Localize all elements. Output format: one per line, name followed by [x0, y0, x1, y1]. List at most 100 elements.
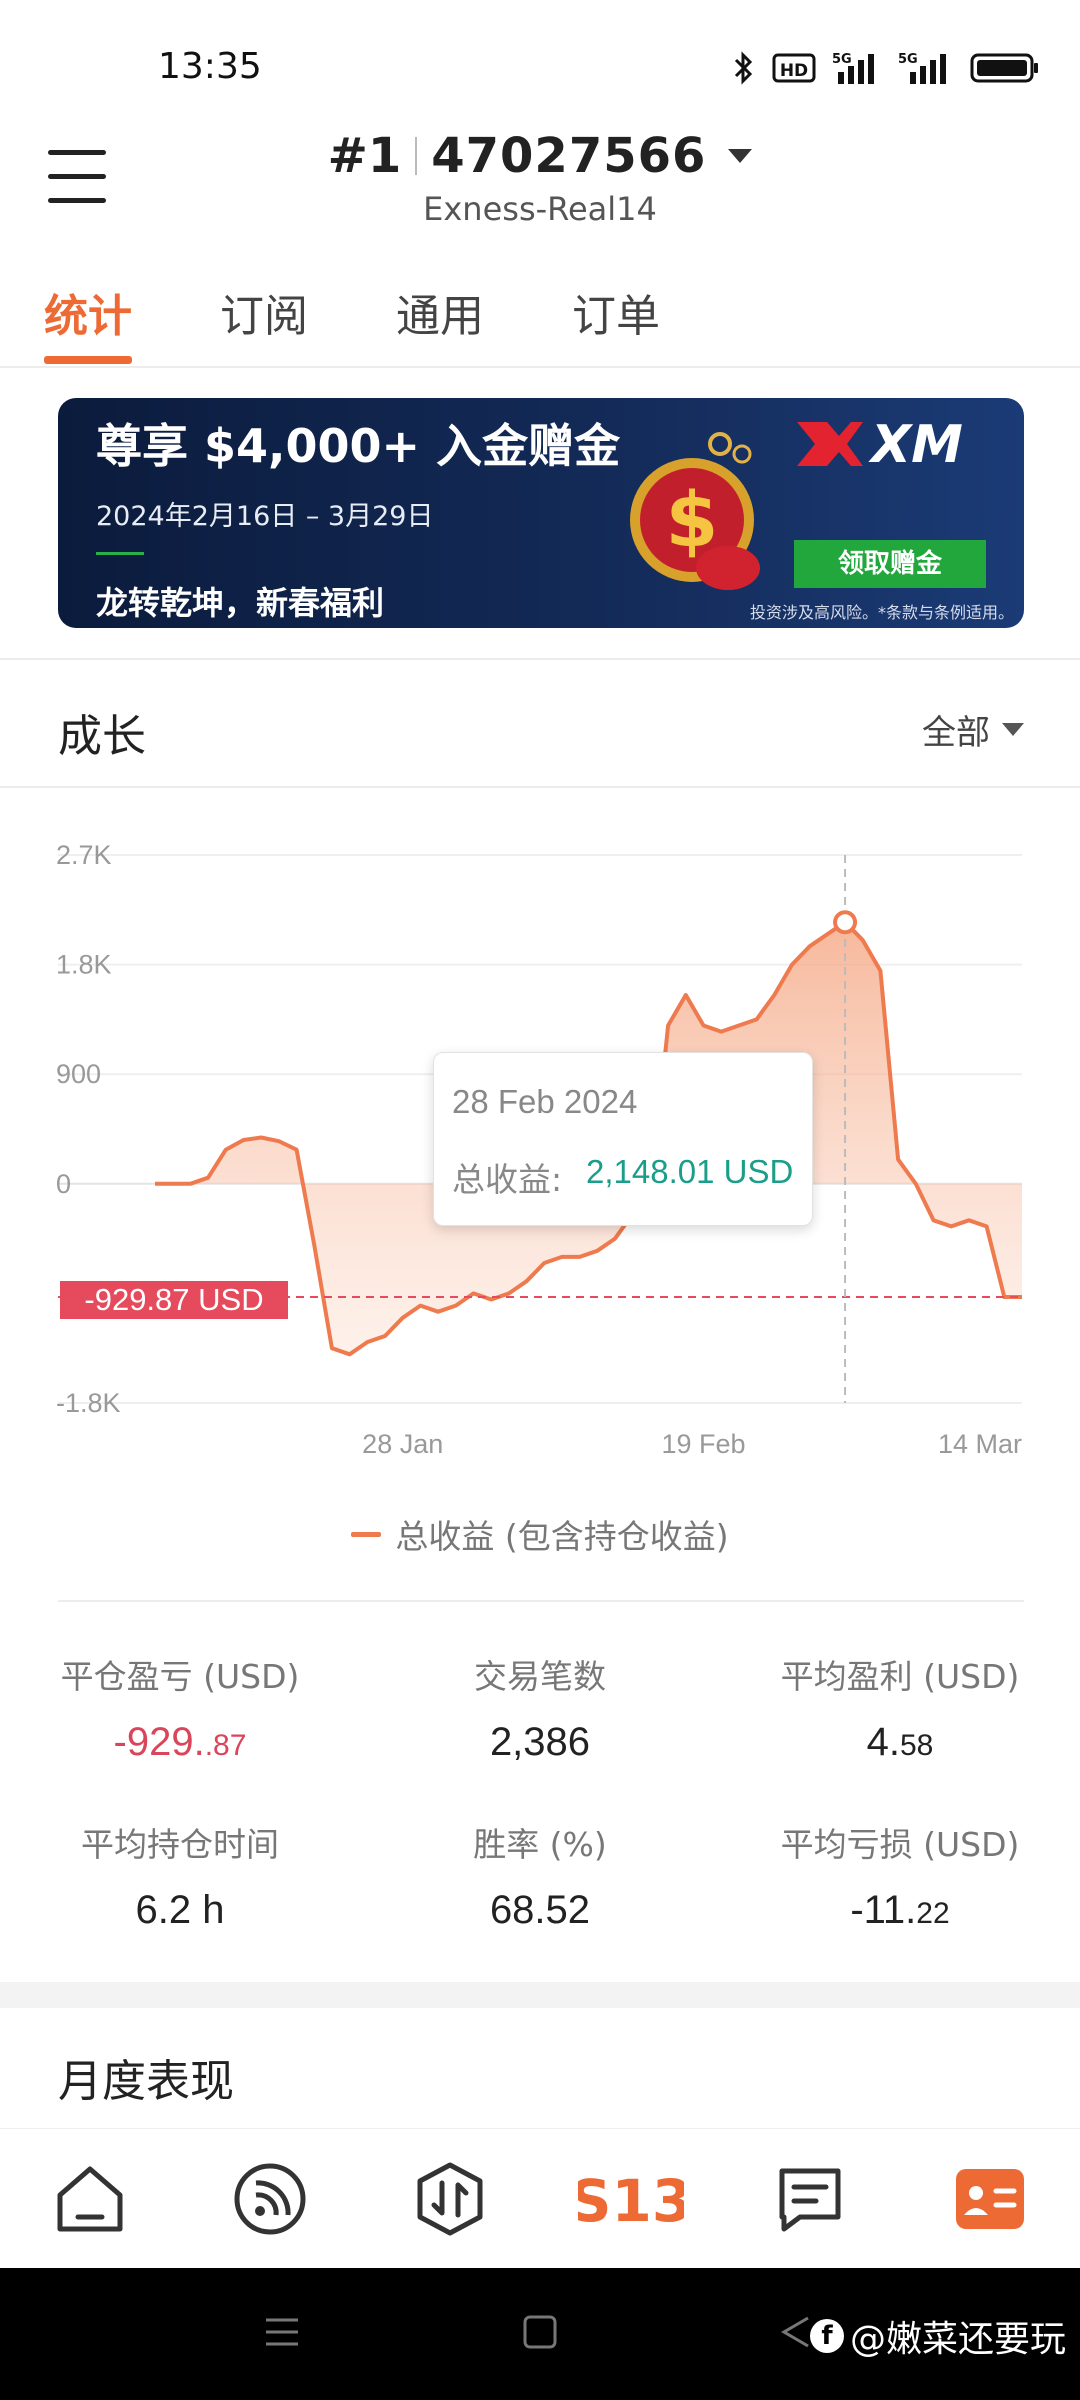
- nav-trade[interactable]: [410, 2159, 490, 2239]
- home-icon: [57, 2166, 123, 2232]
- nav-home[interactable]: [50, 2159, 130, 2239]
- tooltip-value: 2,148.01 USD: [586, 1153, 794, 1190]
- current-value-badge: -929.87 USD: [60, 1281, 288, 1319]
- y-tick-label: -1.8K: [56, 1388, 121, 1418]
- svg-text:XM: XM: [868, 415, 963, 472]
- legend-swatch: [351, 1531, 382, 1537]
- x-tick-label: 14 Mar: [938, 1429, 1022, 1459]
- banner-disclaimer: 投资涉及高风险。*条款与条例适用。: [750, 603, 1015, 622]
- stat-label: 平仓盈亏 (USD): [60, 1657, 300, 1696]
- stat-win-rate: 胜率 (%) 68.52: [360, 1818, 720, 1933]
- chart-legend[interactable]: 总收益 (包含持仓收益): [0, 1510, 1080, 1558]
- tab-general[interactable]: 通用: [396, 280, 484, 344]
- monthly-performance-title: 月度表现: [58, 2056, 234, 2107]
- recents-icon[interactable]: [262, 2312, 302, 2352]
- bottom-navigation: S13: [0, 2128, 1080, 2269]
- signal-5g-icon: 5G: [832, 52, 874, 84]
- divider: [0, 658, 1080, 660]
- account-number: 47027566: [431, 128, 707, 184]
- nav-signals[interactable]: [230, 2159, 310, 2239]
- stat-value-main: 4.: [866, 1720, 900, 1764]
- bluetooth-icon: [734, 51, 753, 85]
- divider: [96, 552, 144, 555]
- divider: [415, 137, 418, 175]
- banner-headline: 尊享 $4,000+ 入金赠金: [96, 419, 621, 473]
- watermark: f @嫩菜还要玩: [809, 2310, 1066, 2362]
- svg-text:HD: HD: [780, 61, 808, 81]
- trade-icon: [417, 2162, 483, 2236]
- status-icons: HD 5G 5G: [732, 50, 1040, 86]
- stat-trade-count: 交易笔数 2,386: [360, 1650, 720, 1765]
- divider: [0, 366, 1080, 368]
- nav-messages[interactable]: [770, 2159, 850, 2239]
- stat-label: 平均持仓时间: [81, 1825, 279, 1864]
- chevron-down-icon: [1002, 723, 1024, 736]
- y-tick-label: 0: [56, 1169, 71, 1199]
- banner-dates: 2024年2月16日 – 3月29日: [96, 501, 434, 532]
- chart-tooltip: 28 Feb 2024 总收益: 2,148.01 USD: [433, 1052, 813, 1226]
- tab-orders[interactable]: 订单: [572, 280, 660, 344]
- stat-value: 2,386: [489, 1720, 591, 1764]
- stat-value: 4.58: [720, 1720, 1080, 1765]
- stat-label: 胜率 (%): [473, 1825, 607, 1864]
- stat-value-fraction: 58: [899, 1729, 934, 1762]
- svg-text:5G: 5G: [832, 52, 852, 67]
- signal-5g-2-icon: 5G: [898, 52, 946, 84]
- y-tick-label: 2.7K: [56, 840, 112, 870]
- s13-logo-icon: S13: [570, 2167, 693, 2235]
- account-selector[interactable]: #1 47027566: [0, 128, 1080, 184]
- tab-subscribe[interactable]: 订阅: [220, 280, 308, 344]
- svg-text:S13: S13: [578, 2167, 684, 2235]
- status-time: 13:35: [158, 46, 262, 87]
- banner-slogan: 龙转乾坤，新春福利: [96, 584, 385, 622]
- stat-closed-pnl: 平仓盈亏 (USD) -929..87: [0, 1650, 360, 1765]
- divider: [58, 1600, 1024, 1602]
- x-tick-label: 19 Feb: [661, 1429, 745, 1459]
- stat-label: 平均亏损 (USD): [780, 1825, 1020, 1864]
- active-tab-indicator: [44, 356, 132, 364]
- xm-logo: XM: [797, 415, 963, 472]
- x-tick-label: 28 Jan: [362, 1429, 443, 1459]
- tooltip-label: 总收益:: [452, 1160, 563, 1199]
- stat-value-main: -11.: [850, 1888, 917, 1932]
- signals-icon: [234, 2163, 306, 2235]
- nav-profile[interactable]: [950, 2159, 1030, 2239]
- divider: [0, 786, 1080, 788]
- stat-value-fraction: .87: [204, 1729, 247, 1762]
- range-dropdown[interactable]: 全部: [922, 705, 1024, 754]
- stat-value: -929..87: [0, 1720, 360, 1765]
- claim-bonus-button[interactable]: 领取赠金: [794, 540, 986, 588]
- messages-icon: [779, 2168, 841, 2232]
- chevron-down-icon[interactable]: [728, 149, 753, 163]
- range-dropdown-label: 全部: [922, 713, 990, 753]
- stat-label: 交易笔数: [474, 1657, 606, 1696]
- account-server: Exness-Real14: [423, 190, 657, 228]
- y-tick-label: 900: [56, 1059, 101, 1089]
- stat-value: -11.22: [720, 1888, 1080, 1933]
- red-envelope-illustration: $: [630, 432, 760, 590]
- svg-text:5G: 5G: [898, 52, 918, 67]
- stat-label: 平均盈利 (USD): [780, 1657, 1020, 1696]
- promo-banner[interactable]: 尊享 $4,000+ 入金赠金 2024年2月16日 – 3月29日 龙转乾坤，…: [58, 398, 1024, 628]
- tab-bar: 统计 订阅 通用 订单: [0, 280, 1080, 368]
- section-divider: [0, 1982, 1080, 2008]
- battery-icon: [970, 53, 1038, 83]
- growth-section-title: 成长: [58, 711, 146, 762]
- stat-average-profit: 平均盈利 (USD) 4.58: [720, 1650, 1080, 1765]
- stat-value: 6.2 h: [135, 1888, 225, 1932]
- tab-statistics[interactable]: 统计: [44, 280, 132, 344]
- legend-label: 总收益 (包含持仓收益): [395, 1517, 729, 1556]
- profile-card-icon: [956, 2169, 1024, 2229]
- hd-voice-icon: HD: [772, 53, 816, 83]
- facebook-icon: f: [809, 2319, 844, 2353]
- y-tick-label: 1.8K: [56, 950, 112, 980]
- tooltip-date: 28 Feb 2024: [452, 1083, 638, 1120]
- nav-s13[interactable]: S13: [570, 2159, 693, 2239]
- watermark-text: @嫩菜还要玩: [849, 2319, 1066, 2360]
- home-button-icon[interactable]: [520, 2312, 560, 2352]
- stat-average-hold-time: 平均持仓时间 6.2 h: [0, 1818, 360, 1933]
- stat-value-main: -929.: [113, 1720, 205, 1764]
- stat-average-loss: 平均亏损 (USD) -11.22: [720, 1818, 1080, 1933]
- stat-value-fraction: 22: [916, 1897, 950, 1930]
- stat-value: 68.52: [489, 1888, 591, 1932]
